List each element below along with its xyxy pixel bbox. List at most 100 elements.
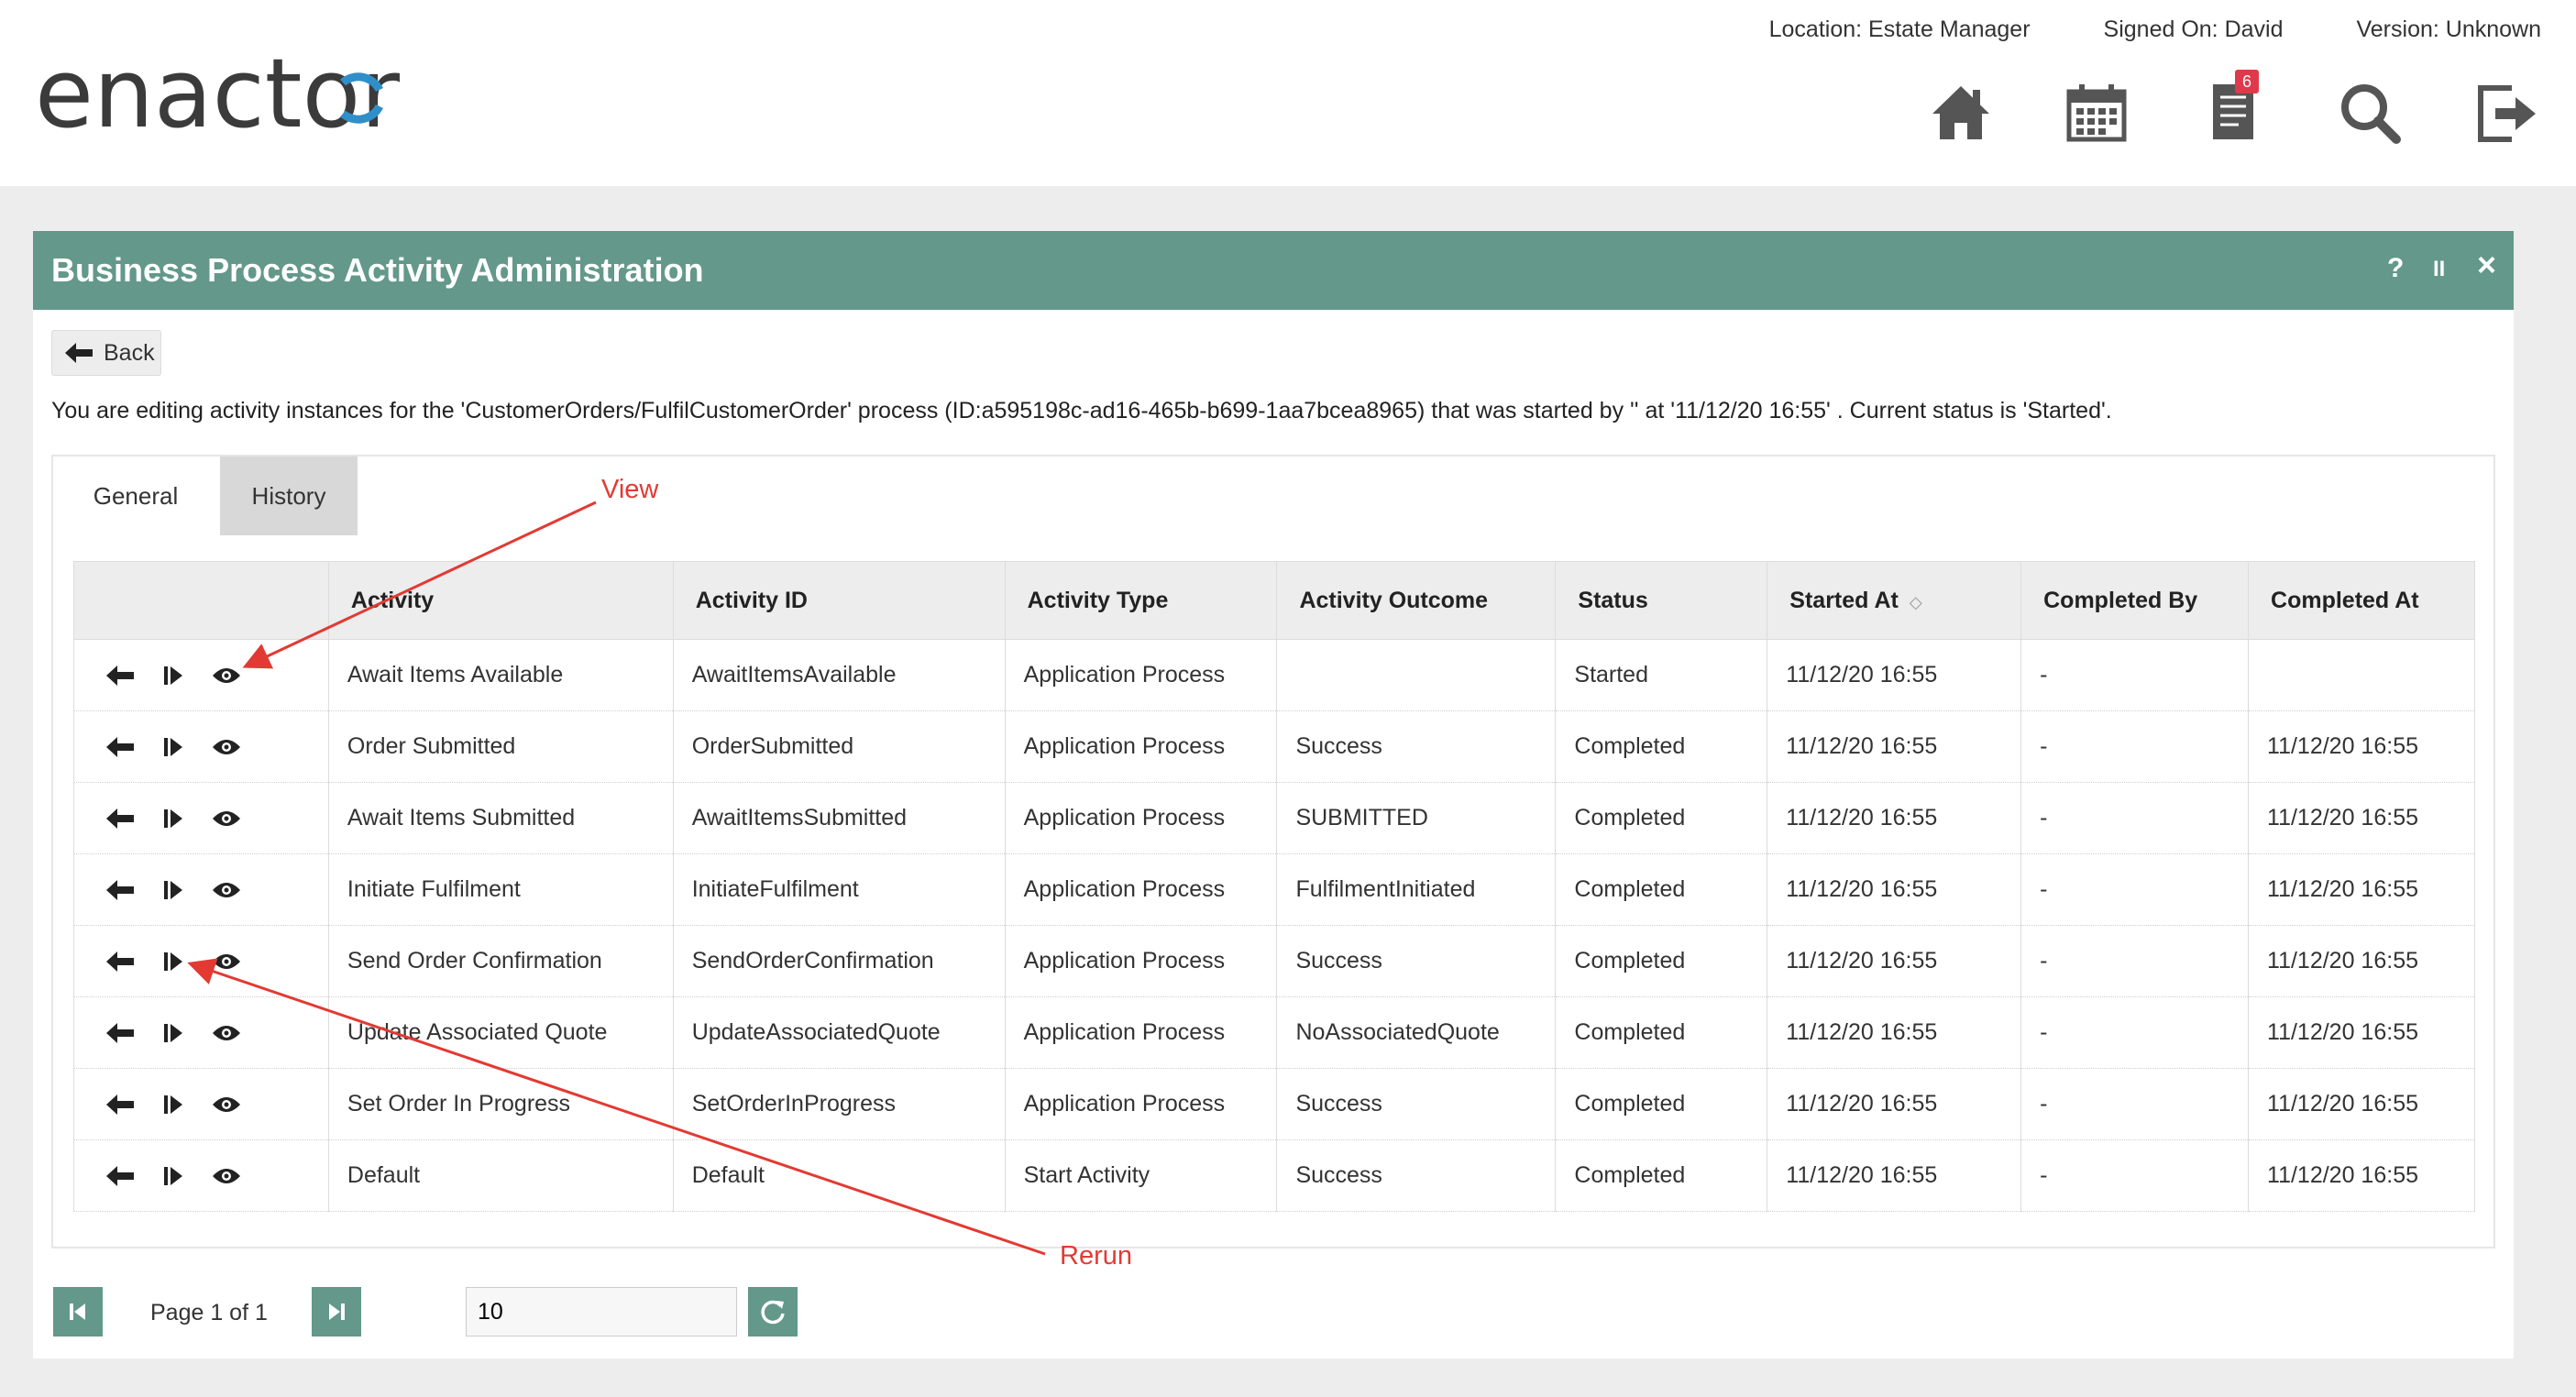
cell-activity: Initiate Fulfilment [327,853,674,926]
rerun-icon[interactable] [157,1162,190,1190]
col-header-started-at[interactable]: Started At ◇ [1767,561,2022,640]
tab-container: General History Activity Activity ID Act… [51,455,2495,1248]
back-arrow-icon[interactable] [104,1091,137,1118]
home-icon[interactable] [1929,81,1993,145]
started-at-label: Started At [1789,587,1899,613]
cell-actions [73,853,329,926]
pause-button[interactable]: II [2433,257,2445,282]
rerun-icon[interactable] [157,662,190,689]
view-eye-icon[interactable] [210,1162,243,1190]
table-row[interactable]: Order Submitted OrderSubmitted Application… [73,710,2475,783]
rerun-icon[interactable] [157,1091,190,1118]
rerun-icon[interactable] [157,1019,190,1047]
table-row[interactable]: Await Items Submitted AwaitItemsSubmitted… [73,782,2475,854]
table-row[interactable]: Initiate Fulfilment InitiateFulfilment App… [73,853,2475,926]
col-header-activity-id[interactable]: Activity ID [672,561,1006,640]
help-button[interactable]: ? [2387,253,2404,284]
signed-on-label: Signed On: David [2103,16,2284,42]
cell-status: Completed [1555,996,1768,1069]
table-row[interactable]: Await Items Available AwaitItemsAvailable… [73,639,2475,711]
cell-started-at: 11/12/20 16:55 [1767,710,2022,783]
back-arrow-icon[interactable] [104,733,137,761]
cell-activity-outcome: Success [1276,925,1557,997]
calendar-icon[interactable] [2064,81,2129,145]
view-eye-icon[interactable] [210,733,243,761]
search-icon[interactable] [2338,81,2402,145]
location-label: Location: Estate Manager [1768,16,2031,42]
cell-actions [73,710,329,783]
col-header-activity-outcome[interactable]: Activity Outcome [1276,561,1557,640]
page-indicator: Page 1 of 1 [150,1300,268,1326]
back-arrow-icon[interactable] [104,1019,137,1047]
cell-status: Completed [1555,853,1768,926]
back-arrow-icon[interactable] [104,876,137,904]
activity-table: Activity Activity ID Activity Type Activ… [73,561,2475,1212]
back-button[interactable]: Back [51,330,161,376]
cell-completed-by: - [2020,996,2250,1069]
cell-activity-id: AwaitItemsSubmitted [672,782,1006,854]
close-button[interactable]: × [2477,246,2496,284]
view-eye-icon[interactable] [210,1091,243,1118]
page-size-input[interactable] [466,1287,737,1336]
cell-started-at: 11/12/20 16:55 [1767,996,2022,1069]
cell-started-at: 11/12/20 16:55 [1767,1139,2022,1212]
cell-activity-outcome: SUBMITTED [1276,782,1557,854]
first-page-icon [70,1304,85,1320]
table-row[interactable]: Update Associated Quote UpdateAssociatedQ… [73,996,2475,1069]
cell-activity-id: AwaitItemsAvailable [672,639,1006,711]
back-arrow-icon[interactable] [104,1162,137,1190]
cell-activity-outcome [1276,639,1557,711]
col-header-completed-at[interactable]: Completed At [2248,561,2475,640]
tab-general[interactable]: General [62,456,209,535]
cell-completed-at: 11/12/20 16:55 [2248,1068,2475,1140]
logout-icon[interactable] [2475,81,2539,145]
refresh-icon [761,1300,785,1325]
refresh-button[interactable] [748,1287,798,1336]
back-arrow-icon[interactable] [104,805,137,832]
cell-completed-by: - [2020,639,2250,711]
top-header: enactor Location: Estate Manager Signed … [0,0,2576,186]
rerun-icon[interactable] [157,948,190,975]
cell-activity-type: Application Process [1004,996,1278,1069]
col-header-activity-type[interactable]: Activity Type [1004,561,1278,640]
cell-activity: Await Items Submitted [327,782,674,854]
enactor-logo[interactable]: enactor [35,38,475,149]
notification-badge: 6 [2235,70,2259,94]
cell-actions [73,996,329,1069]
arrow-left-icon [65,343,93,363]
table-row[interactable]: Default Default Start Activity Success Compl… [73,1139,2475,1212]
activity-admin-panel: Business Process Activity Administration… [33,231,2514,1358]
cell-activity-type: Application Process [1004,710,1278,783]
cell-activity: Default [327,1139,674,1212]
cell-actions [73,925,329,997]
cell-activity-outcome: NoAssociatedQuote [1276,996,1557,1069]
table-row[interactable]: Send Order Confirmation SendOrderConfirma… [73,925,2475,997]
panel-title: Business Process Activity Administration [51,251,704,289]
sort-icon[interactable]: ◇ [1910,593,1922,611]
back-arrow-icon[interactable] [104,948,137,975]
cell-activity-outcome: Success [1276,1139,1557,1212]
col-header-completed-by[interactable]: Completed By [2020,561,2250,640]
cell-completed-at [2248,639,2475,711]
last-page-button[interactable] [312,1287,361,1336]
view-eye-icon[interactable] [210,662,243,689]
col-header-activity[interactable]: Activity [327,561,674,640]
back-arrow-icon[interactable] [104,662,137,689]
version-label: Version: Unknown [2356,16,2541,42]
rerun-icon[interactable] [157,733,190,761]
rerun-icon[interactable] [157,805,190,832]
logo-wordmark: enactor [35,53,400,145]
col-header-status[interactable]: Status [1555,561,1768,640]
cell-started-at: 11/12/20 16:55 [1767,853,2022,926]
view-eye-icon[interactable] [210,805,243,832]
rerun-icon[interactable] [157,876,190,904]
view-eye-icon[interactable] [210,948,243,975]
cell-activity-id: SetOrderInProgress [672,1068,1006,1140]
view-annotation-label: View [601,475,659,504]
view-eye-icon[interactable] [210,876,243,904]
tab-history[interactable]: History [220,456,358,535]
cell-activity-type: Start Activity [1004,1139,1278,1212]
table-row[interactable]: Set Order In Progress SetOrderInProgress A… [73,1068,2475,1140]
view-eye-icon[interactable] [210,1019,243,1047]
first-page-button[interactable] [53,1287,103,1336]
